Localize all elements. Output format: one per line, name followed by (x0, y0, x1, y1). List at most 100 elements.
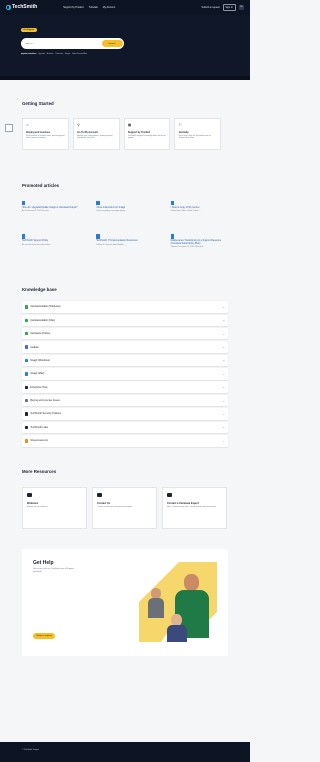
submit-request-link[interactable]: Submit a request (202, 6, 220, 9)
card-title: Support by Product (127, 130, 151, 134)
kb-category-camtasia-windows[interactable]: Camtasia Editor (Windows) ⌄ (22, 301, 228, 313)
card-text: Manage your subscriptions, update paymen… (77, 134, 113, 139)
card-support-by-product[interactable]: ▦ Support by Product TechSmith Support K… (123, 117, 171, 150)
chevron-down-icon: ⌄ (222, 358, 226, 363)
section-title: Promoted articles (22, 182, 60, 188)
card-text: Find answers to common sales, purchasing… (26, 134, 65, 139)
popular-search-link[interactable]: Video Review Alert (72, 53, 87, 55)
popular-searches-label: popular searches: (21, 53, 37, 56)
promoted-articles-section: Promoted articles How do I Upgrade/Updat… (0, 150, 250, 249)
article-title[interactable]: TechSmith Support Policy (22, 240, 79, 243)
chevron-down-icon: ⌄ (222, 412, 226, 417)
popular-search-link[interactable]: Snagit, (65, 53, 71, 55)
article-title[interactable]: Maintenance Transitioning to a Support R… (171, 240, 228, 246)
document-icon (96, 234, 100, 239)
popular-search-link[interactable]: Camtasia, (55, 53, 63, 55)
card-camtasia-expert[interactable]: Contact a Camtasia Expert Hire a Camtasi… (162, 486, 227, 529)
nav-link-my-account[interactable]: My Account (103, 6, 115, 9)
article-excerpt: Online Store Orders Online Orders ... (170, 210, 201, 213)
kb-category-camtasia-online[interactable]: Camtasia (Online) ⌄ (22, 327, 228, 340)
kb-category-techsmith-labs[interactable]: TechSmith Labs ⌄ (22, 421, 228, 434)
section-title: Getting Started (22, 101, 54, 106)
card-text: Contact us when you need personal suppor… (97, 505, 133, 508)
article-item[interactable]: TechSmith IT Implementation Resources Fu… (96, 234, 153, 248)
audiate-icon (24, 345, 29, 349)
document-icon (96, 201, 100, 206)
kb-label: Screencast.com (30, 439, 49, 443)
document-icon (170, 234, 175, 239)
kb-label: Camtasia (Online) (30, 332, 51, 336)
nav-actions: Submit a request Sign in TS (202, 4, 244, 11)
article-excerpt: As we work to put more information ... (22, 243, 53, 246)
footer-copyright: © TechSmith Support (22, 749, 39, 751)
chevron-down-icon: ⌄ (222, 398, 226, 403)
card-webinars[interactable]: Webinars Explore our free webinars (22, 486, 87, 529)
knowledge-base-section: Knowledge base Camtasia Editor (Windows)… (0, 249, 250, 447)
chevron-down-icon: ⌄ (222, 345, 226, 350)
card-text: Get in touch with our TechSmith team of … (178, 134, 211, 139)
avatar[interactable]: TS (238, 4, 244, 11)
article-excerpt: If you are getting a message saying ... (96, 210, 127, 213)
more-resources-section: More Resources Webinars Explore our free… (0, 448, 250, 529)
techsmith-logo[interactable]: TechSmith (6, 4, 37, 10)
enterprise-icon (24, 385, 29, 389)
card-title: Get Help (178, 130, 189, 134)
article-title[interactable]: TechSmith IT Implementation Resources (96, 240, 153, 243)
main-nav: Support by Product Tutorials My Account (63, 6, 115, 9)
kb-label: Snagit (Mac) (30, 372, 45, 376)
chevron-down-icon: ⌄ (222, 331, 226, 336)
popular-searches: popular searches: Upgrade, Activate, Cam… (21, 53, 229, 55)
kb-category-enterprise-help[interactable]: Enterprise Help ⌄ (22, 381, 228, 394)
logo-text: TechSmith (12, 4, 38, 11)
article-item[interactable]: How do I Upgrade/Update Snagit or Camtas… (22, 201, 79, 212)
kb-category-camtasia-mac[interactable]: Camtasia Editor (Mac) ⌄ (22, 314, 228, 327)
license-icon (24, 398, 29, 403)
sign-in-button[interactable]: Sign in (222, 4, 236, 11)
card-text: TechSmith Support Knowledge Base article… (127, 134, 166, 139)
chevron-down-icon: ⌄ (222, 385, 226, 390)
chevron-down-icon: ⌄ (222, 318, 226, 323)
article-item[interactable]: Maintenance Transitioning to a Support R… (170, 234, 228, 249)
article-excerpt: As of February 25, 2025 the other ... (22, 210, 51, 213)
kb-category-audiate[interactable]: Audiate ⌄ (22, 341, 228, 353)
kb-label: TechSmith Security Policies (30, 412, 61, 416)
article-item[interactable]: TechSmith Support Policy As we work to p… (22, 234, 79, 248)
get-support-badge: Get Support (21, 28, 37, 33)
kb-category-snagit-windows[interactable]: Snagit (Windows) ⌄ (22, 354, 228, 367)
top-navigation: TechSmith Support by Product Tutorials M… (0, 0, 250, 15)
kb-label: Audiate (30, 345, 39, 349)
carousel-prev-button[interactable] (5, 124, 13, 132)
card-text: Explore our free webinars (27, 505, 48, 508)
nav-link-tutorials[interactable]: Tutorials (89, 6, 98, 9)
kb-category-screencast[interactable]: Screencast.com ⌄ (22, 435, 228, 447)
card-buying-and-licenses[interactable]: ⌂ Buying and Licenses Find answers to co… (22, 117, 69, 150)
kb-category-security-policies[interactable]: TechSmith Security Policies ⌄ (22, 408, 228, 420)
article-excerpt: Updated: December 18, 2023. What this ..… (170, 246, 205, 249)
kb-category-snagit-mac[interactable]: Snagit (Mac) ⌄ (22, 368, 228, 380)
nav-link-support-by-product[interactable]: Support by Product (63, 6, 83, 9)
kb-label: Buying and License Issues (30, 399, 60, 403)
snagit-icon (24, 372, 29, 376)
kb-label: Camtasia Editor (Windows) (30, 305, 61, 309)
popular-search-link[interactable]: Upgrade, (38, 53, 45, 55)
kb-category-buying-license[interactable]: Buying and License Issues ⌄ (22, 394, 228, 407)
article-item[interactable]: Close Instructions for Snagit If you are… (96, 201, 153, 212)
card-get-help[interactable]: ⚐ Get Help Get in touch with our TechSmi… (174, 117, 222, 150)
chevron-down-icon: ⌄ (222, 371, 226, 376)
screencast-icon (24, 439, 29, 443)
search-input[interactable] (25, 42, 100, 45)
camtasia-icon (24, 305, 29, 309)
submit-request-button[interactable]: Submit a request (33, 633, 56, 639)
card-my-account[interactable]: ⚲ Go To My Account Manage your subscript… (72, 117, 120, 150)
search-button[interactable]: Search (101, 39, 123, 48)
getting-started-carousel: ⌂ Buying and Licenses Find answers to co… (5, 117, 228, 150)
document-icon (22, 234, 26, 239)
card-contact-us[interactable]: Contact Us Contact us when you need pers… (92, 486, 157, 529)
popular-search-link[interactable]: Activate, (47, 53, 54, 55)
card-title: Contact a Camtasia Expert (167, 501, 199, 505)
article-item[interactable]: I Need a Copy of My Invoice Online Store… (170, 201, 228, 213)
footer: © TechSmith Support (0, 742, 250, 762)
section-title: More Resources (22, 469, 57, 475)
techsmith-logo-icon (6, 5, 11, 10)
webinar-icon (27, 492, 32, 498)
